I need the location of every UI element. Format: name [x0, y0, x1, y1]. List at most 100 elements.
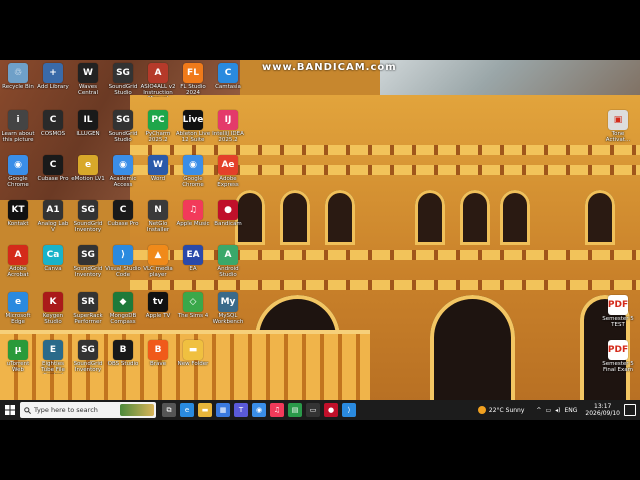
app-icon: C — [43, 155, 63, 175]
desktop-icon[interactable]: C COSMOS — [35, 110, 71, 137]
taskbar-bandicam-icon[interactable]: ● — [324, 403, 338, 417]
desktop-icon[interactable]: ● Bandicam — [210, 200, 246, 227]
desktop-icon[interactable]: SR SuperRack Performer — [70, 292, 106, 325]
desktop-icon[interactable]: ▲ VLC media player — [140, 245, 176, 278]
desktop-icon[interactable]: SG SoundGrid Inventory — [70, 245, 106, 278]
desktop-icon[interactable]: e Microsoft Edge — [0, 292, 36, 325]
desktop-icon-label: Kontakt — [7, 221, 29, 227]
app-icon: SR — [78, 292, 98, 312]
desktop-icon[interactable]: My MySQL Workbench — [210, 292, 246, 325]
desktop-icon[interactable]: C Camtasia — [210, 63, 246, 90]
chevron-up-icon[interactable]: ^ — [536, 407, 541, 414]
desktop-icon[interactable]: Ae Adobe Express — [210, 155, 246, 188]
desktop-icon[interactable]: ▣ Tone Activat... — [600, 110, 636, 143]
app-icon: ♫ — [183, 200, 203, 220]
desktop-icon[interactable]: ◉ Google Chrome — [175, 155, 211, 188]
desktop-icon-label: COSMOS — [40, 131, 66, 137]
taskbar-terminal-icon[interactable]: ▭ — [306, 403, 320, 417]
desktop-icon[interactable]: ◇ The Sims 4 — [175, 292, 211, 319]
desktop-icon-label: SoundGrid Inventory — [73, 266, 103, 278]
desktop-icon[interactable]: e eMotion LV1 — [70, 155, 106, 182]
taskbar-chrome-icon[interactable]: ◉ — [252, 403, 266, 417]
desktop-icon-label: eMotion LV1 — [71, 176, 105, 182]
desktop-icon[interactable]: B Brave — [140, 340, 176, 367]
notifications-icon[interactable] — [624, 404, 636, 416]
desktop-icon[interactable]: K Keygen Studio — [35, 292, 71, 325]
desktop-icon[interactable]: B OBS Studio — [105, 340, 141, 367]
start-button[interactable] — [0, 400, 20, 420]
clock-time: 13:17 — [594, 403, 612, 410]
desktop-icon-label: IntelliJ IDEA 2025.2 — [212, 131, 244, 143]
taskbar-vscode-icon[interactable]: ⟩ — [342, 403, 356, 417]
desktop-icon[interactable]: EA EA — [175, 245, 211, 272]
app-icon: SG — [78, 340, 98, 360]
desktop-icon[interactable]: FL FL Studio 2024 — [175, 63, 211, 96]
desktop-icon[interactable]: PC PyCharm 2025.2 — [140, 110, 176, 143]
app-icon: + — [43, 63, 63, 83]
desktop-icon[interactable]: tv Apple TV — [140, 292, 176, 319]
desktop-icon[interactable]: C Cubase Pro — [35, 155, 71, 182]
desktop-icon[interactable]: + Add Library — [35, 63, 71, 90]
desktop-icon[interactable]: ◉ Academic Access — [105, 155, 141, 188]
volume-icon[interactable]: ◂) — [555, 407, 560, 414]
desktop-icon[interactable]: ♫ Apple Music — [175, 200, 211, 227]
desktop-icon[interactable]: ◉ Google Chrome — [0, 155, 36, 188]
taskbar-file-explorer-icon[interactable]: ▬ — [198, 403, 212, 417]
desktop-icon[interactable]: Ca Canva — [35, 245, 71, 272]
desktop-icon-label: Camtasia — [215, 84, 241, 90]
desktop-icon[interactable]: SG SoundGrid Inventory — [70, 200, 106, 233]
desktop-icon[interactable]: µ uTorrent Web — [0, 340, 36, 373]
desktop-icon[interactable]: AASIO4ALL v2 Instruction Manual — [140, 63, 176, 97]
desktop-icon[interactable]: A1 Analog Lab V — [35, 200, 71, 233]
desktop-icon[interactable]: IL ILLUGEN — [70, 110, 106, 137]
desktop-icon[interactable]: KT Kontakt — [0, 200, 36, 227]
desktop-icon[interactable]: ◆ MongoDB Compass — [105, 292, 141, 325]
network-icon[interactable]: ▭ — [545, 407, 551, 414]
taskbar-search-box[interactable]: Type here to search — [20, 402, 156, 418]
desktop-icon[interactable]: Live Ableton Live 12 Suite — [175, 110, 211, 143]
desktop-icon[interactable]: A Adobe Acrobat — [0, 245, 36, 278]
desktop-icon[interactable]: ♲ Recycle Bin — [0, 63, 36, 90]
app-icon: ♲ — [8, 63, 28, 83]
clock[interactable]: 13:17 2026/09/10 — [585, 403, 620, 417]
app-icon: My — [218, 292, 238, 312]
desktop-icon[interactable]: N NetGlo Installer — [140, 200, 176, 233]
desktop-icon[interactable]: W Waves Central — [70, 63, 106, 96]
app-icon: PC — [148, 110, 168, 130]
taskbar-task-view-icon[interactable]: ⧉ — [162, 403, 176, 417]
desktop-icon[interactable]: SG SoundGrid Inventory — [70, 340, 106, 373]
desktop[interactable]: www.BANDICAM.com ♲ Recycle Bin + Add Librar… — [0, 60, 640, 420]
desktop-icon[interactable]: PDF Semester 5 Final Exam — [600, 340, 636, 373]
desktop-icon[interactable]: SG SoundGrid Studio — [105, 110, 141, 143]
desktop-icon[interactable]: A Android Studio — [210, 245, 246, 278]
app-icon: PDF — [608, 340, 628, 360]
taskbar-sheet-icon[interactable]: ▤ — [288, 403, 302, 417]
desktop-icon[interactable]: PDF Semester 5 TEST — [600, 295, 636, 328]
desktop-icon-label: Add Library — [37, 84, 69, 90]
desktop-icon-label: Brave — [149, 361, 167, 367]
desktop-icon-label: PyCharm 2025.2 — [145, 131, 171, 143]
taskbar-music-icon[interactable]: ♫ — [270, 403, 284, 417]
weather-widget[interactable]: 22°C Sunny — [477, 406, 524, 414]
desktop-icon[interactable]: EEighties Tube File Control — [35, 340, 71, 374]
taskbar-teams-icon[interactable]: T — [234, 403, 248, 417]
desktop-icon[interactable]: ▬ New Folder — [175, 340, 211, 367]
desktop-icon[interactable]: ⟩ Visual Studio Code — [105, 245, 141, 278]
desktop-icon[interactable]: i Learn about this picture — [0, 110, 36, 143]
app-icon: A — [148, 63, 168, 83]
desktop-icon-label: New Folder — [177, 361, 209, 367]
language-indicator[interactable]: ENG — [564, 407, 577, 414]
desktop-icon-label: Visual Studio Code — [105, 266, 141, 278]
app-icon: e — [8, 292, 28, 312]
windows-icon — [5, 405, 15, 415]
app-icon: W — [148, 155, 168, 175]
desktop-icon[interactable]: SG SoundGrid Studio — [105, 63, 141, 96]
desktop-icon[interactable]: C Cubase Pro — [105, 200, 141, 227]
desktop-icon[interactable]: W Word — [140, 155, 176, 182]
desktop-icon-label: Canva — [44, 266, 62, 272]
desktop-icon[interactable]: IJ IntelliJ IDEA 2025.2 — [210, 110, 246, 143]
taskbar-edge-icon[interactable]: e — [180, 403, 194, 417]
desktop-icon-label: Cubase Pro — [107, 221, 139, 227]
system-tray: 22°C Sunny ^ ▭ ◂) ENG 13:17 2026/09/10 — [477, 400, 640, 420]
taskbar-store-icon[interactable]: ▦ — [216, 403, 230, 417]
